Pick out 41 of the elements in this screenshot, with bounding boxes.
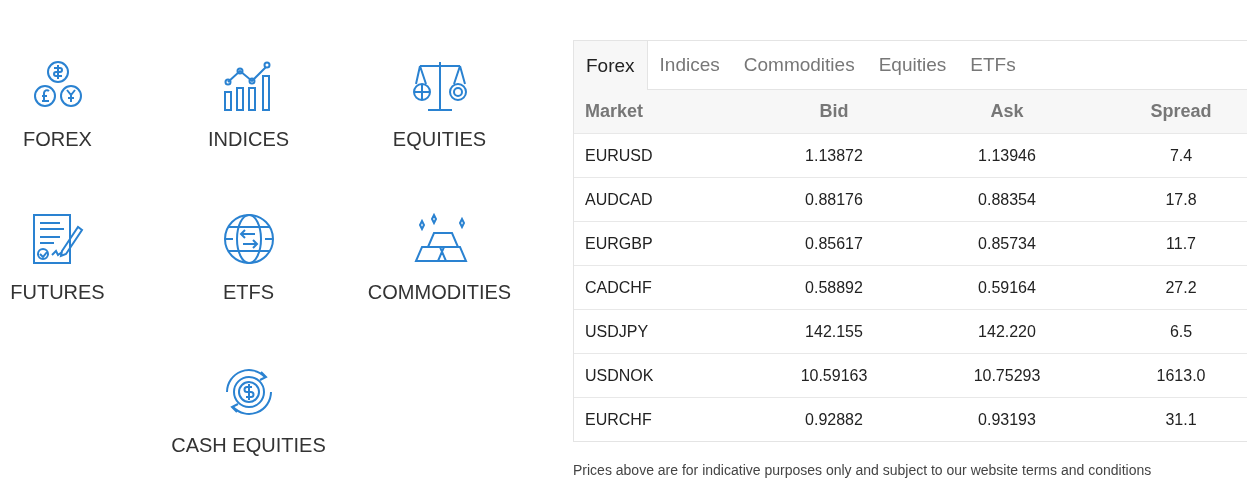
product-label[interactable]: CASH EQUITIES: [171, 434, 326, 457]
table-cell-text: 142.155: [804, 322, 864, 341]
table-cell-text: 31.1: [1164, 410, 1198, 429]
product-label[interactable]: EQUITIES: [392, 128, 487, 151]
table-cell-text: 10.75293: [972, 366, 1042, 385]
column-header: Spread: [1149, 101, 1213, 122]
table-cell-text: EURCHF: [584, 410, 653, 429]
disclaimer-text: Prices above are for indicative purposes only and subject to our website terms and conditions: [573, 462, 1153, 478]
table-cell-text: 0.59164: [977, 278, 1037, 297]
table-cell-text: EURGBP: [584, 234, 654, 253]
table-cell-text: 0.85734: [977, 234, 1037, 253]
table-cell-text: 6.5: [1168, 322, 1194, 341]
product-label[interactable]: COMMODITIES: [367, 281, 512, 304]
table-cell-text: 0.92882: [804, 410, 864, 429]
table-cell-text: 142.220: [977, 322, 1037, 341]
product-label[interactable]: INDICES: [207, 128, 290, 151]
table-cell-text: AUDCAD: [584, 190, 654, 209]
product-label[interactable]: FUTURES: [10, 281, 105, 304]
column-header: Market: [584, 101, 645, 122]
table-cell-text: 0.88354: [977, 190, 1037, 209]
table-cell-text: 11.7: [1165, 234, 1197, 253]
table-cell-text: 1.13872: [804, 146, 864, 165]
table-cell-text: 7.4: [1168, 146, 1194, 165]
table-cell-text: 0.85617: [804, 234, 864, 253]
table-cell-text: USDJPY: [584, 322, 650, 341]
table-cell-text: EURUSD: [584, 146, 654, 165]
table-cell-text: 27.2: [1164, 278, 1198, 297]
market-tab[interactable]: Forex: [574, 41, 648, 90]
product-label[interactable]: FOREX: [23, 128, 92, 151]
table-cell-text: 17.8: [1164, 190, 1198, 209]
column-header: Bid: [818, 101, 850, 122]
column-header: Ask: [989, 101, 1025, 122]
table-cell-text: 1613.0: [1155, 366, 1207, 385]
table-cell-text: CADCHF: [584, 278, 653, 297]
table-cell-text: 0.58892: [804, 278, 864, 297]
table-cell-text: 0.88176: [804, 190, 864, 209]
table-cell-text: 0.93193: [977, 410, 1037, 429]
product-label[interactable]: ETFS: [222, 281, 275, 304]
table-cell-text: 1.13946: [977, 146, 1037, 165]
table-cell-text: 10.59163: [799, 366, 869, 385]
table-cell-text: USDNOK: [584, 366, 655, 385]
